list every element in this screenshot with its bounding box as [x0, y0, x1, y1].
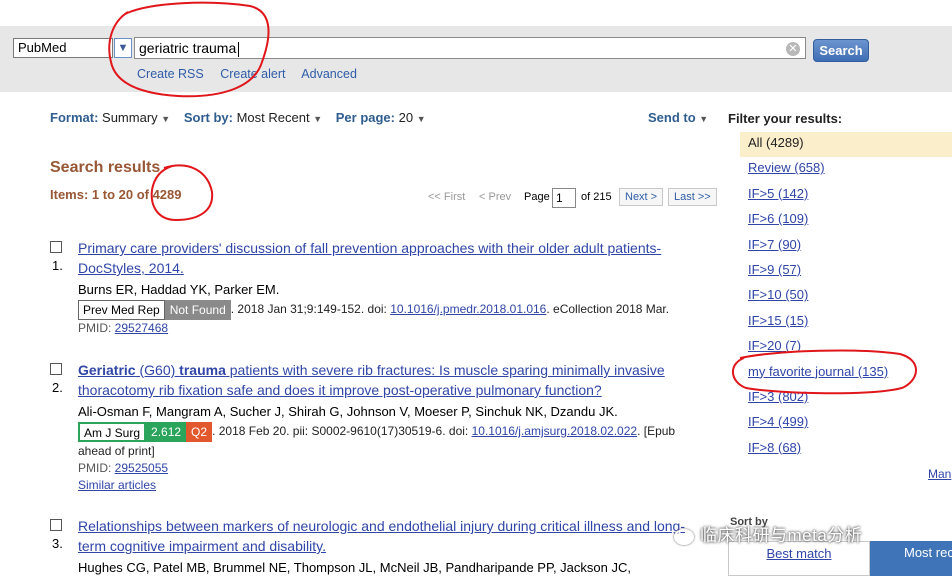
chevron-down-icon: ▼	[416, 114, 426, 124]
page-number-input[interactable]: 1	[552, 188, 576, 208]
result-item: 2. Geriatric (G60) trauma patients with …	[50, 360, 690, 500]
impact-factor-badge: 2.612	[146, 422, 187, 442]
pmid-link[interactable]: 29525055	[115, 461, 168, 475]
database-select[interactable]: PubMed	[13, 38, 113, 58]
pmid-link[interactable]: 29527468	[115, 321, 168, 335]
filter-item-all[interactable]: All (4289)	[740, 132, 952, 158]
result-title-link[interactable]: Geriatric (G60) trauma patients with sev…	[78, 360, 690, 400]
search-bar: PubMed ▼ geriatric trauma ✕ Search Creat…	[0, 26, 952, 92]
filter-item-if3[interactable]: IF>3 (802)	[740, 386, 952, 411]
result-checkbox[interactable]	[50, 519, 62, 531]
result-pmid: PMID: 29525055	[78, 461, 169, 475]
filter-item-if7[interactable]: IF>7 (90)	[740, 234, 952, 259]
result-item: 3. Relationships between markers of neur…	[50, 516, 690, 576]
search-links: Create RSS Create alert Advanced	[137, 67, 370, 81]
filter-item-if5[interactable]: IF>5 (142)	[740, 183, 952, 208]
page-total: of 215	[581, 191, 612, 203]
filter-item-if20[interactable]: IF>20 (7)	[740, 335, 952, 360]
sort-most-recent-button[interactable]: Most rec	[870, 541, 952, 576]
filter-item-if10[interactable]: IF>10 (50)	[740, 284, 952, 309]
filter-list: All (4289) Review (658) IF>5 (142) IF>6 …	[740, 132, 952, 462]
filter-item-if8[interactable]: IF>8 (68)	[740, 437, 952, 462]
clear-icon[interactable]: ✕	[786, 42, 800, 56]
similar-articles-link[interactable]: Similar articles	[78, 477, 690, 494]
top-strip	[0, 0, 952, 26]
send-to-menu[interactable]: Send to ▼	[648, 110, 708, 125]
advanced-link[interactable]: Advanced	[301, 67, 357, 81]
page-label: Page	[524, 191, 550, 203]
filter-item-review[interactable]: Review (658)	[740, 157, 952, 182]
watermark: 临床科研与meta分析	[674, 521, 862, 546]
filter-heading: Filter your results:	[728, 111, 843, 126]
results-heading: Search results	[50, 159, 161, 176]
chevron-down-icon: ▼	[161, 114, 171, 124]
search-button[interactable]: Search	[813, 39, 869, 62]
journal-badge[interactable]: Am J Surg	[78, 422, 147, 442]
quartile-badge: Q2	[186, 422, 213, 442]
result-title-link[interactable]: Relationships between markers of neurolo…	[78, 516, 690, 556]
chevron-down-icon: ▼	[699, 114, 709, 124]
journal-badge[interactable]: Prev Med Rep	[78, 300, 165, 320]
result-number: 1.	[52, 258, 63, 273]
result-pmid: PMID: 29527468	[78, 321, 169, 335]
result-authors: Hughes CG, Patel MB, Brummel NE, Thompso…	[78, 560, 631, 575]
result-authors: Burns ER, Haddad YK, Parker EM.	[78, 282, 280, 297]
result-number: 2.	[52, 380, 63, 395]
result-number: 3.	[52, 536, 63, 551]
result-item: 1. Primary care providers' discussion of…	[50, 238, 690, 348]
result-title-link[interactable]: Primary care providers' discussion of fa…	[78, 238, 690, 278]
chevron-down-icon: ▼	[313, 114, 323, 124]
filter-item-if9[interactable]: IF>9 (57)	[740, 259, 952, 284]
result-checkbox[interactable]	[50, 363, 62, 375]
sort-best-match-button[interactable]: Best match	[728, 541, 870, 576]
format-menu[interactable]: Format: Summary ▼	[50, 110, 170, 125]
manage-filters-link[interactable]: Man	[928, 467, 951, 481]
doi-link[interactable]: 10.1016/j.pmedr.2018.01.016	[390, 302, 546, 316]
per-page-menu[interactable]: Per page: 20 ▼	[336, 110, 426, 125]
result-citation: Prev Med Rep Not Found. 2018 Jan 31;9:149…	[78, 300, 690, 320]
create-rss-link[interactable]: Create RSS	[137, 67, 204, 81]
filter-item-favorite-journal[interactable]: my favorite journal (135)	[740, 361, 952, 386]
create-alert-link[interactable]: Create alert	[220, 67, 285, 81]
filter-item-if15[interactable]: IF>15 (15)	[740, 310, 952, 335]
result-citation: Am J Surg 2.612 Q2. 2018 Feb 20. pii: S000…	[78, 422, 690, 460]
result-checkbox[interactable]	[50, 241, 62, 253]
search-query: geriatric trauma	[139, 40, 237, 56]
last-page-button[interactable]: Last >>	[668, 188, 717, 206]
next-page-button[interactable]: Next >	[619, 188, 664, 206]
result-authors: Ali-Osman F, Mangram A, Sucher J, Shirah…	[78, 404, 618, 419]
chevron-down-icon[interactable]: ▼	[114, 38, 132, 58]
items-count: Items: 1 to 20 of 4289	[50, 187, 182, 202]
search-input[interactable]: geriatric trauma	[134, 37, 806, 59]
not-found-badge: Not Found	[164, 300, 231, 320]
wechat-icon	[674, 528, 694, 545]
display-settings: Format: Summary ▼ Sort by: Most Recent ▼…	[50, 110, 436, 125]
prev-page-link: < Prev	[479, 191, 512, 203]
filter-item-if6[interactable]: IF>6 (109)	[740, 208, 952, 233]
first-page-link: << First	[428, 191, 466, 203]
doi-link[interactable]: 10.1016/j.amjsurg.2018.02.022	[472, 424, 637, 438]
filter-item-if4[interactable]: IF>4 (499)	[740, 411, 952, 436]
text-caret	[238, 41, 240, 57]
sort-menu[interactable]: Sort by: Most Recent ▼	[184, 110, 322, 125]
